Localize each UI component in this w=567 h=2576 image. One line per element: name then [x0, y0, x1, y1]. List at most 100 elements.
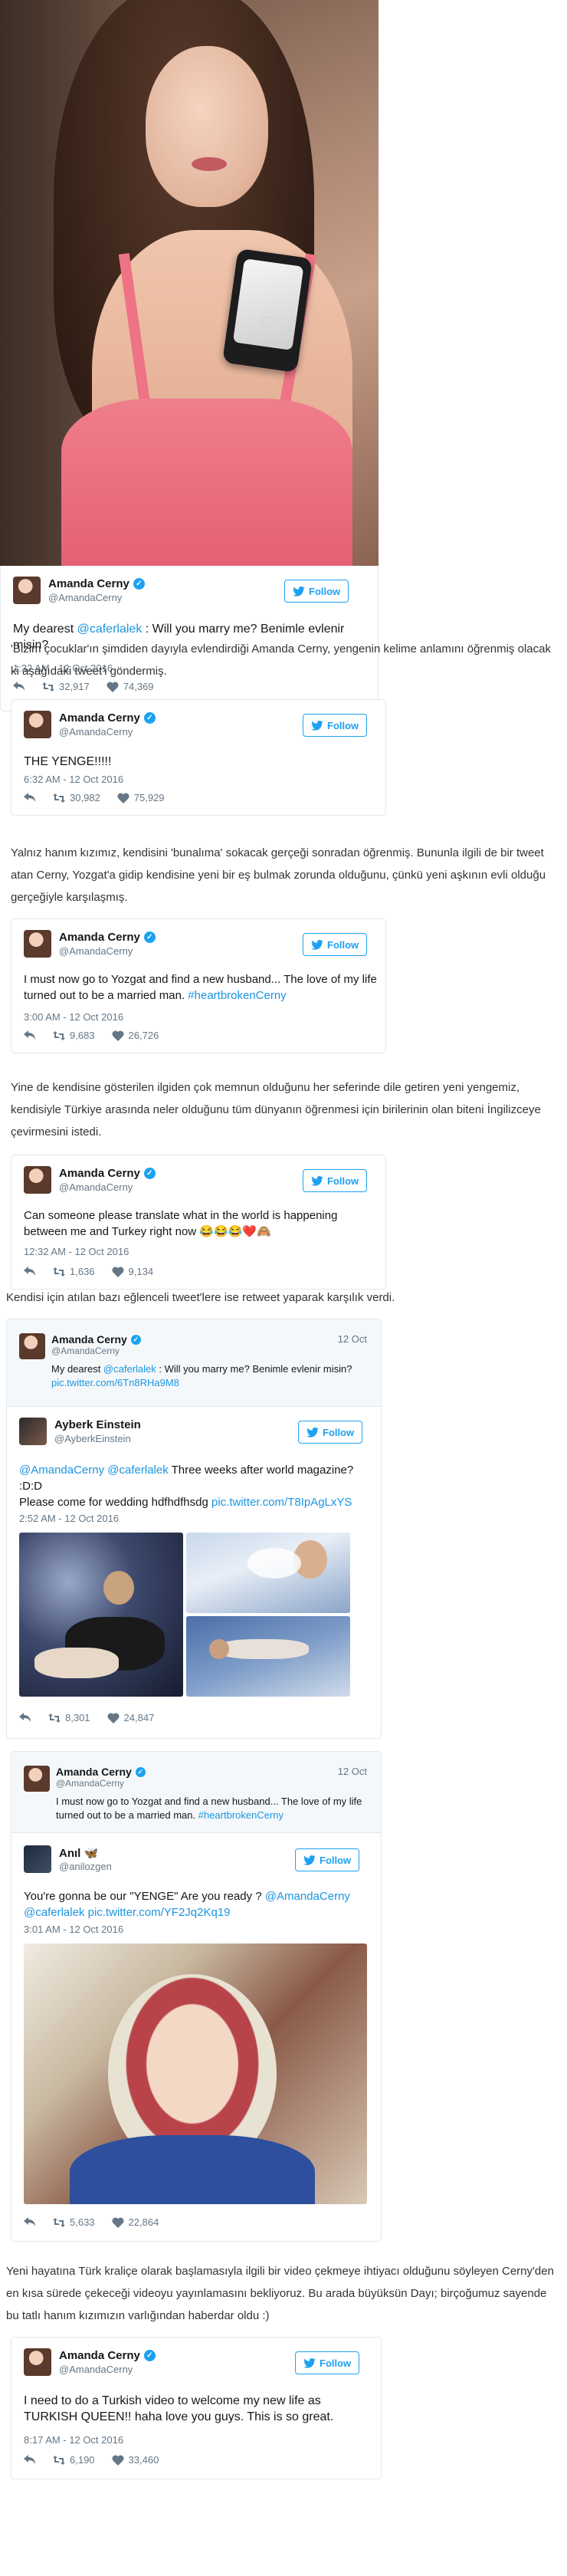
- tweet-timestamp[interactable]: 2:52 AM - 12 Oct 2016: [19, 1513, 119, 1524]
- follow-label: Follow: [327, 719, 359, 731]
- verified-icon: ✓: [143, 932, 156, 943]
- retweet-button[interactable]: 5,633: [53, 2216, 95, 2228]
- follow-button[interactable]: Follow: [298, 1421, 363, 1444]
- author-handle[interactable]: @AmandaCerny: [51, 1346, 120, 1356]
- avatar[interactable]: [24, 1845, 51, 1873]
- author-name[interactable]: Anıl 🦋: [59, 1846, 98, 1860]
- author-name[interactable]: Amanda Cerny: [48, 577, 129, 590]
- like-button[interactable]: 75,929: [117, 792, 165, 803]
- article-paragraph: Yalnız hanım kızımız, kendisini 'bunalım…: [11, 846, 546, 904]
- follow-button[interactable]: Follow: [284, 580, 349, 603]
- author-handle[interactable]: @AmandaCerny: [59, 726, 133, 738]
- twitter-bird-icon: [303, 2358, 316, 2368]
- reply-button[interactable]: [24, 2454, 36, 2466]
- mention-link[interactable]: @caferlalek: [103, 1363, 156, 1375]
- author-handle[interactable]: @AyberkEinstein: [54, 1433, 131, 1444]
- avatar[interactable]: [24, 1766, 50, 1792]
- author-handle[interactable]: @AmandaCerny: [56, 1778, 124, 1789]
- tweet-text: @AmandaCerny @caferlalek Three weeks aft…: [19, 1464, 354, 1509]
- author-name[interactable]: Amanda Cerny: [59, 1167, 140, 1180]
- retweet-button[interactable]: 6,190: [53, 2454, 95, 2466]
- author-name[interactable]: Amanda Cerny: [59, 2349, 140, 2362]
- like-count: 33,460: [128, 2454, 159, 2466]
- author-name[interactable]: Amanda Cerny: [56, 1766, 132, 1778]
- retweet-button[interactable]: 8,301: [48, 1712, 90, 1723]
- retweet-count: 30,982: [70, 792, 100, 803]
- avatar[interactable]: [24, 2348, 51, 2376]
- tweet-photo[interactable]: [24, 1944, 367, 2204]
- verified-icon: ✓: [130, 1334, 141, 1345]
- reply-button[interactable]: [24, 1030, 36, 1041]
- quote-date[interactable]: 12 Oct: [338, 1333, 367, 1345]
- avatar[interactable]: [24, 930, 51, 958]
- author-handle[interactable]: @anilozgen: [59, 1861, 112, 1872]
- follow-label: Follow: [320, 1854, 352, 1866]
- retweet-button[interactable]: 32,917: [42, 681, 90, 692]
- tweet-timestamp[interactable]: 6:32 AM - 12 Oct 2016: [24, 774, 123, 785]
- like-button[interactable]: 33,460: [112, 2454, 159, 2466]
- avatar[interactable]: [24, 1166, 51, 1194]
- avatar[interactable]: [13, 577, 41, 604]
- follow-button[interactable]: Follow: [295, 2351, 360, 2374]
- quote-date[interactable]: 12 Oct: [338, 1766, 367, 1777]
- tweet-text: I need to do a Turkish video to welcome …: [24, 2394, 334, 2423]
- mention-link[interactable]: @AmandaCerny: [265, 1890, 350, 1903]
- article-paragraph: Kendisi için atılan bazı eğlenceli tweet…: [6, 1291, 395, 1304]
- like-button[interactable]: 26,726: [112, 1030, 159, 1041]
- retweet-count: 5,633: [70, 2216, 95, 2228]
- like-button[interactable]: 74,369: [107, 681, 154, 692]
- retweet-button[interactable]: 9,683: [53, 1030, 95, 1041]
- author-name[interactable]: Amanda Cerny: [59, 931, 140, 944]
- tweet-timestamp[interactable]: 3:01 AM - 12 Oct 2016: [24, 1924, 123, 1935]
- author-name[interactable]: Amanda Cerny: [51, 1333, 127, 1346]
- follow-label: Follow: [327, 1175, 359, 1187]
- like-count: 24,847: [123, 1712, 155, 1723]
- avatar[interactable]: [19, 1333, 45, 1359]
- author-handle[interactable]: @AmandaCerny: [59, 2364, 133, 2375]
- twitter-bird-icon: [311, 720, 323, 731]
- like-button[interactable]: 24,847: [107, 1712, 155, 1723]
- hashtag-link[interactable]: #heartbrokenCerny: [198, 1809, 284, 1821]
- avatar[interactable]: [19, 1418, 47, 1445]
- verified-icon: ✓: [143, 1168, 156, 1179]
- hashtag-link[interactable]: #heartbrokenCerny: [188, 989, 286, 1002]
- mention-link[interactable]: @caferlalek: [24, 1906, 84, 1919]
- reply-button[interactable]: [24, 2216, 36, 2228]
- mention-link[interactable]: @caferlalek: [107, 1464, 168, 1477]
- tweet-text: Can someone please translate what in the…: [24, 1209, 338, 1238]
- follow-label: Follow: [323, 1426, 355, 1438]
- reply-button[interactable]: [19, 1712, 31, 1723]
- retweet-button[interactable]: 30,982: [53, 792, 100, 803]
- article-paragraph: Yine de kendisine gösterilen ilgiden çok…: [11, 1081, 541, 1138]
- quoted-tweet[interactable]: Amanda Cerny ✓ @AmandaCerny 12 Oct My dea…: [7, 1319, 381, 1407]
- quoted-tweet[interactable]: Amanda Cerny ✓ @AmandaCerny 12 Oct I must…: [11, 1752, 381, 1833]
- like-button[interactable]: 9,134: [112, 1266, 153, 1277]
- mention-link[interactable]: @AmandaCerny: [19, 1464, 104, 1477]
- tweet-photo[interactable]: [19, 1533, 183, 1697]
- pic-link[interactable]: pic.twitter.com/T8IpAgLxYS: [211, 1496, 352, 1509]
- author-handle[interactable]: @AmandaCerny: [59, 945, 133, 957]
- follow-button[interactable]: Follow: [295, 1848, 360, 1871]
- author-handle[interactable]: @AmandaCerny: [48, 592, 122, 603]
- retweet-button[interactable]: 1,636: [53, 1266, 95, 1277]
- tweet-timestamp[interactable]: 8:17 AM - 12 Oct 2016: [24, 2434, 123, 2446]
- pic-link[interactable]: pic.twitter.com/YF2Jq2Kq19: [88, 1906, 231, 1919]
- tweet-photo[interactable]: [186, 1616, 350, 1697]
- reply-button[interactable]: [24, 792, 36, 803]
- author-handle[interactable]: @AmandaCerny: [59, 1181, 133, 1193]
- pic-link[interactable]: pic.twitter.com/6Tn8RHa9M8: [51, 1377, 179, 1388]
- tweet-photo[interactable]: [186, 1533, 350, 1613]
- follow-button[interactable]: Follow: [303, 1169, 368, 1192]
- tweet-timestamp[interactable]: 3:00 AM - 12 Oct 2016: [24, 1011, 123, 1023]
- author-name[interactable]: Amanda Cerny: [59, 711, 140, 724]
- avatar[interactable]: [24, 711, 51, 738]
- like-button[interactable]: 22,864: [112, 2216, 159, 2228]
- reply-button[interactable]: [24, 1266, 36, 1277]
- tweet-timestamp[interactable]: 12:32 AM - 12 Oct 2016: [24, 1246, 129, 1257]
- retweet-icon: [53, 2217, 65, 2227]
- author-name[interactable]: Ayberk Einstein: [54, 1418, 141, 1431]
- mention-link[interactable]: @caferlalek: [77, 623, 143, 636]
- follow-button[interactable]: Follow: [303, 714, 368, 737]
- follow-button[interactable]: Follow: [303, 933, 368, 956]
- reply-button[interactable]: [13, 681, 25, 692]
